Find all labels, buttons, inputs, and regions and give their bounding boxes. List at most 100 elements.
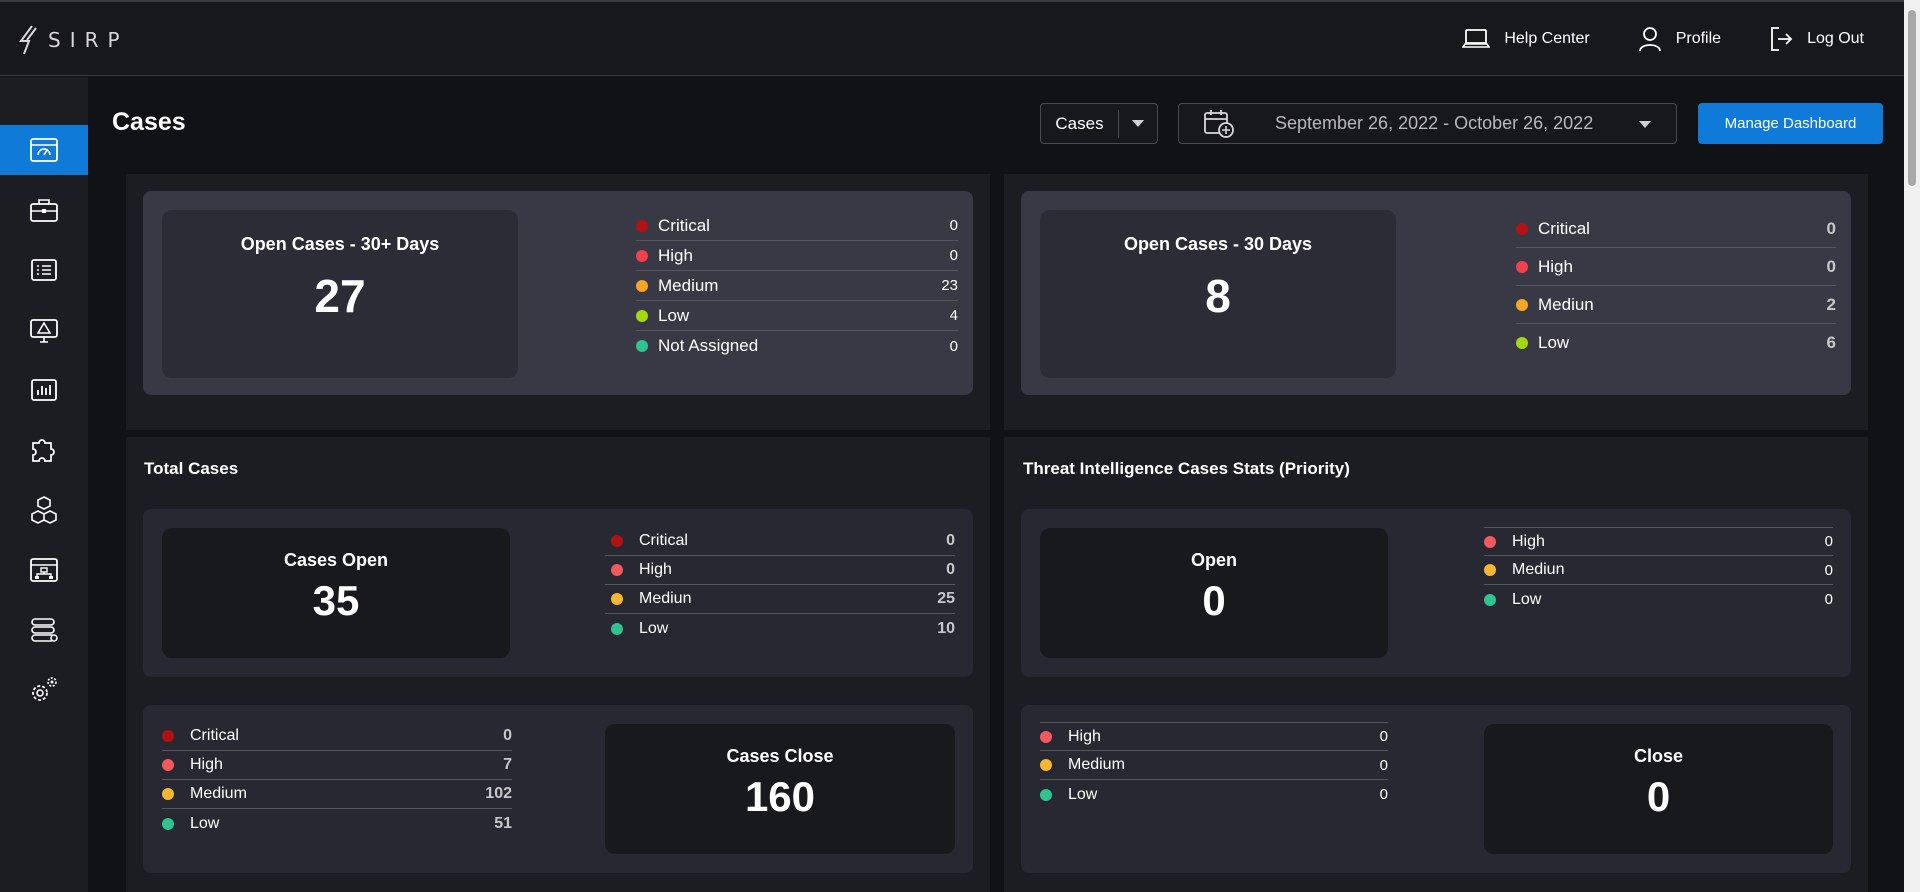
stat-value: 35 <box>312 577 360 624</box>
logout-label: Log Out <box>1807 30 1864 47</box>
puzzle-icon <box>32 439 55 462</box>
section-title: Total Cases <box>144 459 239 478</box>
module-select-value: Cases <box>1041 109 1119 138</box>
cases-open-card: Cases Open 35 Critical 0 High 0 Mediun 25 L… <box>143 509 973 677</box>
threat-open-card: Open 0 High 0 Mediun 0 Low 0 <box>1021 509 1851 677</box>
medium-dot <box>611 593 623 605</box>
chevron-down-icon <box>1639 121 1651 128</box>
sidebar-item-cases[interactable] <box>0 185 88 235</box>
legend-row-high: High 0 <box>1516 248 1836 286</box>
cases-open-stat: Cases Open 35 <box>162 528 510 658</box>
manage-dashboard-button[interactable]: Manage Dashboard <box>1698 103 1883 144</box>
stat-title: Open Cases - 30 Days <box>1123 234 1313 254</box>
critical-dot <box>611 535 623 547</box>
sidebar-item-assets[interactable] <box>0 485 88 535</box>
critical-dot <box>1516 222 1528 235</box>
sidebar-item-integrations[interactable] <box>0 425 88 475</box>
open-cases-30plus-panel: Open Cases - 30+ Days 27 Critical 0 High 0… <box>126 174 990 430</box>
app-logo[interactable]: SIRP <box>18 24 129 56</box>
list-icon <box>31 259 57 281</box>
stat-title: Cases Open <box>283 550 389 570</box>
logout-icon <box>1771 27 1793 51</box>
low-dot <box>636 309 648 322</box>
date-range-picker[interactable]: September 26, 2022 - October 26, 2022 <box>1178 103 1677 144</box>
legend-row-medium: Medium 23 <box>636 271 958 301</box>
sidebar-item-orchestration[interactable] <box>0 545 88 595</box>
stat-title: Open Cases - 30+ Days <box>240 234 440 254</box>
legend-row-low: Low 51 <box>162 809 512 838</box>
legend-row-not-assigned: Not Assigned 0 <box>636 331 958 361</box>
sidebar-item-alerts[interactable] <box>0 305 88 355</box>
medium-dot <box>1516 298 1528 311</box>
cubes-icon <box>31 496 57 524</box>
threat-close-stat: Close 0 <box>1484 724 1833 854</box>
legend-row-high: High 0 <box>1484 527 1833 556</box>
open-cases-30-stat: Open Cases - 30 Days 8 <box>1040 210 1396 378</box>
cases-open-legend: Critical 0 High 0 Mediun 25 Low 10 <box>605 527 955 643</box>
legend-row-medium: Medium 0 <box>1040 751 1388 780</box>
sidebar-item-dashboard[interactable] <box>0 125 88 175</box>
sidebar-item-list[interactable] <box>0 245 88 295</box>
stat-value: 160 <box>744 773 816 820</box>
legend-row-medium: Mediun 0 <box>1484 556 1833 585</box>
legend-row-low: Low 0 <box>1040 780 1388 809</box>
page-title: Cases <box>112 108 186 136</box>
stat-title: Cases Close <box>726 746 834 766</box>
threat-open-stat: Open 0 <box>1040 528 1388 658</box>
open-cases-30-legend: Critical 0 High 0 Mediun 2 Low 6 <box>1516 210 1836 362</box>
legend-row-critical: Critical 0 <box>605 527 955 556</box>
cases-close-stat: Cases Close 160 <box>605 724 955 854</box>
help-center-link[interactable]: Help Center <box>1462 28 1590 50</box>
high-dot <box>611 564 623 576</box>
legend-row-high: High 7 <box>162 751 512 780</box>
high-dot <box>1516 260 1528 273</box>
critical-dot <box>636 219 648 232</box>
legend-row-low: Low 0 <box>1484 585 1833 614</box>
legend-row-high: High 0 <box>1040 722 1388 751</box>
legend-row-critical: Critical 0 <box>636 211 958 241</box>
legend-row-medium: Mediun 2 <box>1516 286 1836 324</box>
low-dot <box>162 817 174 830</box>
top-bar: SIRP Help Center Profile Log Out <box>0 0 1904 76</box>
profile-link[interactable]: Profile <box>1638 26 1721 52</box>
sidebar-item-data[interactable] <box>0 605 88 655</box>
help-center-label: Help Center <box>1504 30 1590 47</box>
profile-label: Profile <box>1675 30 1722 47</box>
high-dot <box>162 759 174 771</box>
sidebar-item-settings[interactable] <box>0 665 88 715</box>
database-icon <box>31 618 58 642</box>
legend-row-low: Low 10 <box>605 614 955 643</box>
low-dot <box>1040 788 1052 801</box>
stat-value: 27 <box>314 270 366 322</box>
high-dot <box>636 249 648 262</box>
medium-dot <box>1484 564 1496 576</box>
user-icon <box>1638 27 1661 52</box>
sidebar-item-reports[interactable] <box>0 365 88 415</box>
page-scrollbar[interactable] <box>1904 0 1920 892</box>
stat-value: 0 <box>1646 773 1671 820</box>
dashboard-icon <box>30 138 58 162</box>
sirp-logo-icon <box>19 25 37 55</box>
high-dot <box>1040 730 1052 743</box>
threat-close-legend: High 0 Medium 0 Low 0 <box>1040 722 1388 809</box>
module-select[interactable]: Cases <box>1040 103 1158 144</box>
gears-icon <box>32 677 57 701</box>
laptop-icon <box>1462 29 1491 48</box>
calendar-add-icon <box>1204 109 1234 138</box>
date-range-text: September 26, 2022 - October 26, 2022 <box>1275 113 1594 133</box>
stat-title: Close <box>1633 746 1684 766</box>
section-title: Threat Intelligence Cases Stats (Priorit… <box>1023 459 1350 478</box>
legend-row-high: High 0 <box>636 241 958 271</box>
stat-title: Open <box>1190 550 1237 570</box>
low-dot <box>611 622 623 635</box>
scrollbar-thumb[interactable] <box>1908 10 1916 186</box>
bar-chart-icon <box>31 379 57 401</box>
threat-intel-panel: Threat Intelligence Cases Stats (Priorit… <box>1004 437 1868 892</box>
logout-link[interactable]: Log Out <box>1769 26 1864 52</box>
low-dot <box>1484 593 1496 606</box>
legend-row-high: High 0 <box>605 556 955 585</box>
medium-dot <box>636 279 648 292</box>
low-dot <box>1516 337 1528 349</box>
legend-row-medium: Medium 102 <box>162 780 512 809</box>
not-assigned-dot <box>636 340 648 352</box>
